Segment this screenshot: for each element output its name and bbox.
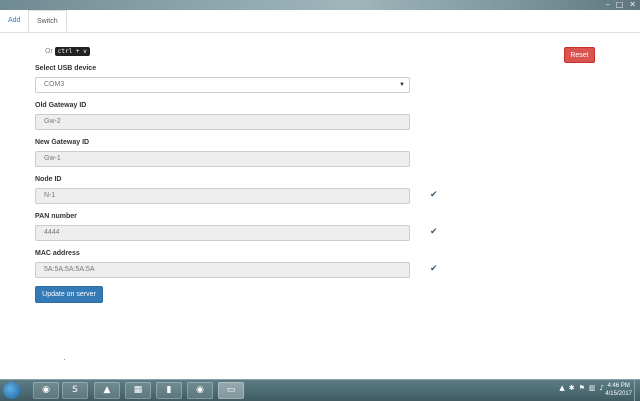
clock-date: 4/15/2017: [605, 391, 632, 397]
clock[interactable]: 4:46 PM 4/15/2017: [605, 382, 632, 398]
taskbar: ◉ S ▲ ▦ ▮ ◉ ▭ ▲ ✱ ⚑ ▥ ♪ 4:46 PM 4/15/201…: [0, 379, 640, 401]
tray-app-icon[interactable]: ✱: [569, 384, 575, 392]
hint-prefix: Or: [45, 48, 53, 55]
usb-device-label: Select USB device: [35, 65, 97, 72]
new-gateway-label: New Gateway ID: [35, 139, 90, 146]
sublime-taskbar-icon[interactable]: S: [62, 382, 88, 399]
flag-icon[interactable]: ⚑: [579, 384, 585, 392]
update-server-button[interactable]: Update on server: [35, 286, 103, 303]
reset-button[interactable]: Reset: [564, 47, 595, 63]
start-button[interactable]: [3, 382, 21, 399]
new-gateway-field[interactable]: Gw-1: [35, 151, 410, 167]
vlc-taskbar-icon[interactable]: ▲: [94, 382, 120, 399]
maximize-icon[interactable]: □: [616, 0, 624, 10]
window-controls: – □ ✕: [606, 0, 636, 10]
node-id-label: Node ID: [35, 176, 62, 183]
check-icon: ✔: [430, 190, 438, 200]
pan-number-field[interactable]: 4444: [35, 225, 410, 241]
usb-device-select[interactable]: COM3 ▼: [35, 77, 410, 93]
check-icon: ✔: [430, 264, 438, 274]
system-tray: ▲ ✱ ⚑ ▥ ♪: [559, 384, 604, 392]
stray-dot: [64, 359, 65, 360]
shortcut-key: ctrl + v: [54, 47, 90, 56]
folder-taskbar-icon[interactable]: ▮: [156, 382, 182, 399]
tab-add[interactable]: Add: [0, 10, 28, 32]
minimize-icon[interactable]: –: [606, 0, 610, 10]
node-id-field[interactable]: N-1: [35, 188, 410, 204]
tab-bar: Add Switch: [0, 10, 640, 33]
network-icon[interactable]: ▥: [589, 384, 596, 392]
tray-arrow-icon[interactable]: ▲: [559, 384, 564, 392]
desktop-strip: – □ ✕: [0, 0, 640, 10]
old-gateway-label: Old Gateway ID: [35, 102, 87, 109]
usb-device-value: COM3: [44, 81, 65, 88]
pan-number-label: PAN number: [35, 213, 77, 220]
media-taskbar-icon[interactable]: ▦: [125, 382, 151, 399]
chrome-taskbar-icon[interactable]: ◉: [33, 382, 59, 399]
volume-icon[interactable]: ♪: [600, 384, 604, 392]
mac-address-label: MAC address: [35, 250, 80, 257]
check-icon: ✔: [430, 227, 438, 237]
tab-switch[interactable]: Switch: [28, 10, 67, 32]
chrome-taskbar-icon[interactable]: ◉: [187, 382, 213, 399]
show-desktop-button[interactable]: [634, 380, 640, 401]
chevron-down-icon: ▼: [399, 82, 405, 88]
paste-hint: Or ctrl + v: [45, 47, 90, 56]
clock-time: 4:46 PM: [607, 383, 630, 389]
mac-address-field[interactable]: 5A:5A:5A:5A:5A: [35, 262, 410, 278]
old-gateway-field[interactable]: Gw-2: [35, 114, 410, 130]
close-icon[interactable]: ✕: [629, 0, 636, 10]
app-taskbar-icon[interactable]: ▭: [218, 382, 244, 399]
